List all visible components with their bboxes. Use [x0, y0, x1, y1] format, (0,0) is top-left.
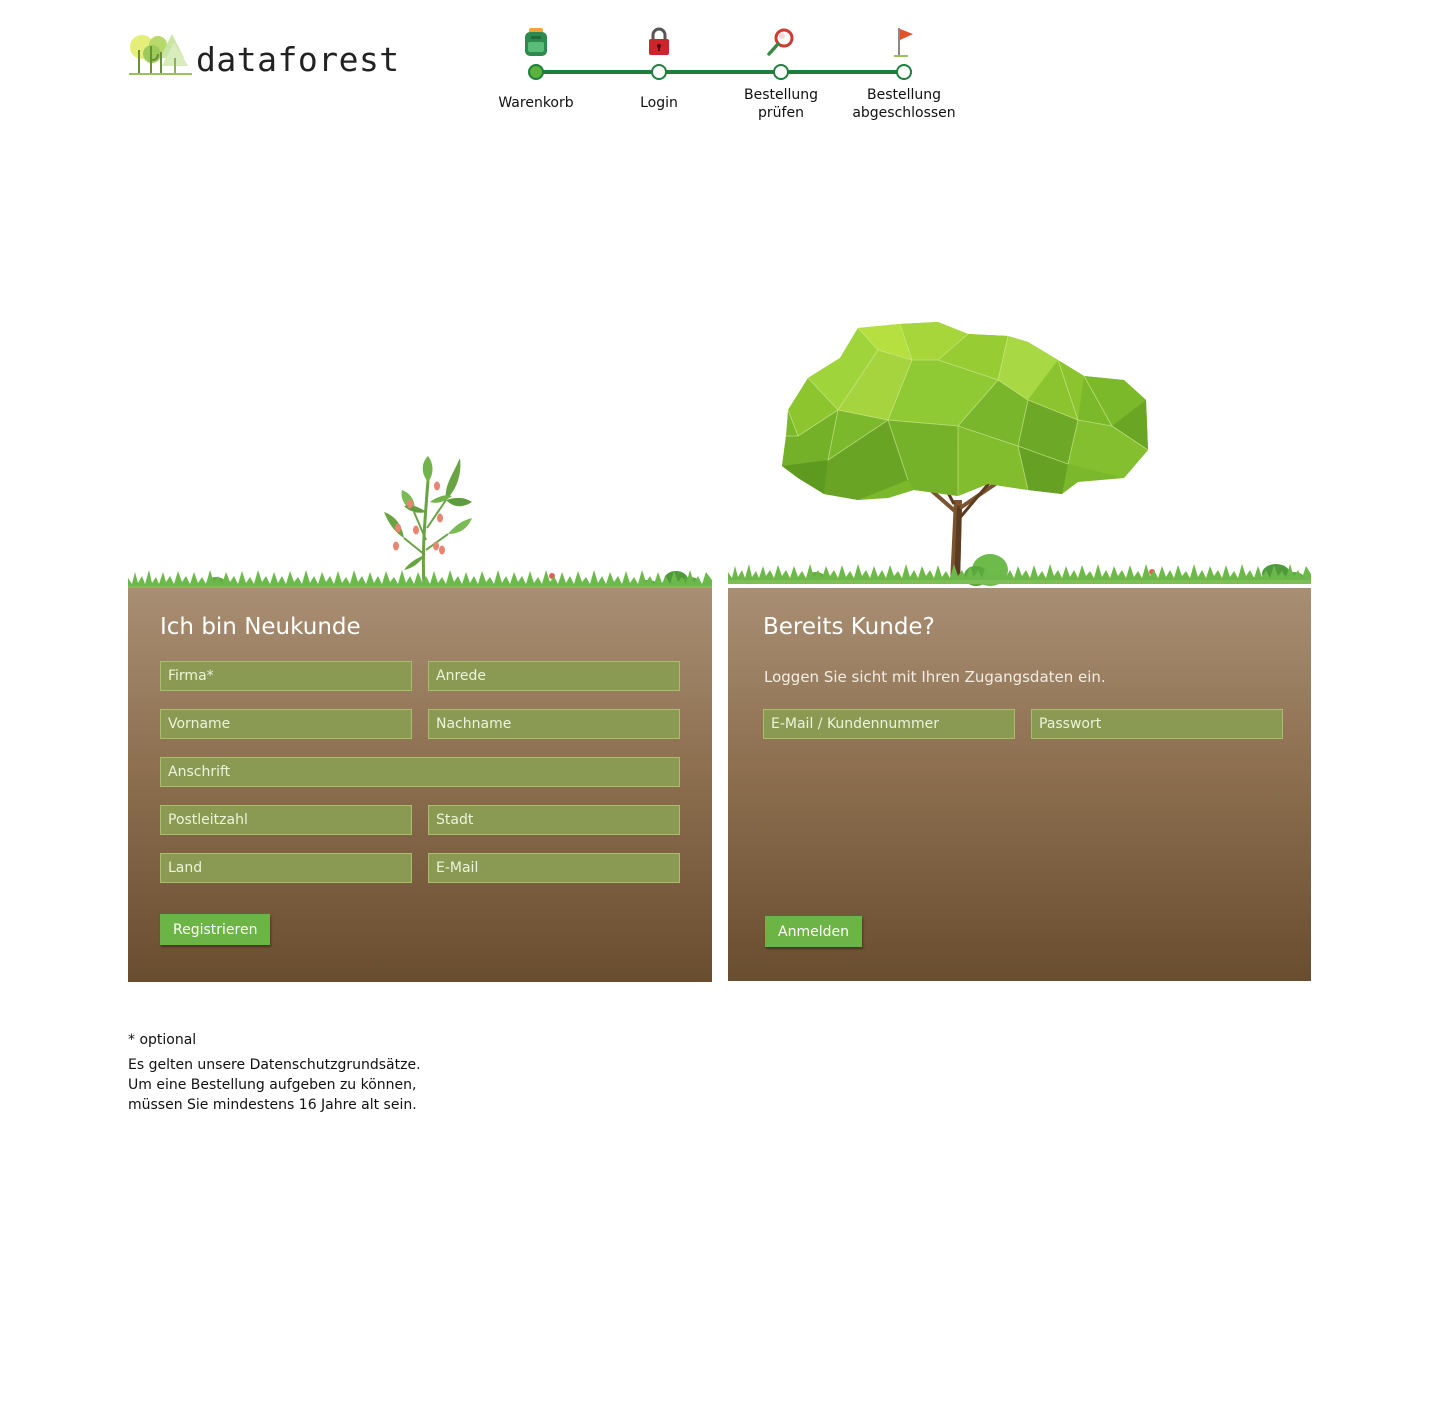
postleitzahl-field[interactable]: [160, 805, 412, 835]
anrede-field[interactable]: [428, 661, 680, 691]
login-panel: Bereits Kunde? Loggen Sie sicht mit Ihre…: [728, 588, 1311, 981]
step-label: Bestellung prüfen: [743, 87, 819, 121]
email-kundennummer-field[interactable]: [763, 709, 1015, 739]
logo-text: dataforest: [196, 40, 400, 79]
age-note-line1: Um eine Bestellung aufgeben zu können,: [128, 1077, 417, 1093]
register-button[interactable]: Registrieren: [160, 914, 271, 945]
step-dot: [896, 64, 912, 80]
checkout-progress: Warenkorb Login Bestellung prüfen Bestel…: [490, 20, 970, 130]
progress-line: [536, 70, 904, 74]
land-field[interactable]: [160, 853, 412, 883]
nachname-field[interactable]: [428, 709, 680, 739]
step-dot: [651, 64, 667, 80]
login-button[interactable]: Anmelden: [765, 916, 862, 947]
age-note-line2: müssen Sie mindestens 16 Jahre alt sein.: [128, 1097, 417, 1113]
privacy-note: Es gelten unsere Datenschutzgrundsätze.: [128, 1057, 421, 1073]
step-dot: [773, 64, 789, 80]
register-panel: Ich bin Neukunde Registrieren: [128, 588, 712, 982]
dataforest-logo[interactable]: dataforest: [128, 30, 428, 80]
footer-notes: * optional Es gelten unsere Datenschutzg…: [128, 1030, 421, 1115]
step-label: Login: [640, 95, 678, 111]
sapling-illustration: [128, 456, 712, 590]
backpack-icon: [525, 28, 547, 56]
step-dot: [528, 64, 544, 80]
vorname-field[interactable]: [160, 709, 412, 739]
optional-note: * optional: [128, 1032, 197, 1048]
anschrift-field[interactable]: [160, 757, 680, 787]
email-field[interactable]: [428, 853, 680, 883]
step-label: Warenkorb: [498, 95, 574, 111]
firma-field[interactable]: [160, 661, 412, 691]
tree-illustration: [728, 322, 1311, 586]
flag-icon: [894, 28, 913, 57]
login-title: Bereits Kunde?: [763, 614, 935, 640]
register-title: Ich bin Neukunde: [160, 614, 361, 640]
stadt-field[interactable]: [428, 805, 680, 835]
forest-logo-icon: [129, 34, 192, 75]
lock-icon: [649, 27, 669, 55]
magnifier-icon: [767, 28, 794, 56]
step-label: Bestellung abgeschlossen: [852, 87, 956, 121]
password-field[interactable]: [1031, 709, 1283, 739]
login-intro-text: Loggen Sie sicht mit Ihren Zugangsdaten …: [764, 668, 1106, 686]
